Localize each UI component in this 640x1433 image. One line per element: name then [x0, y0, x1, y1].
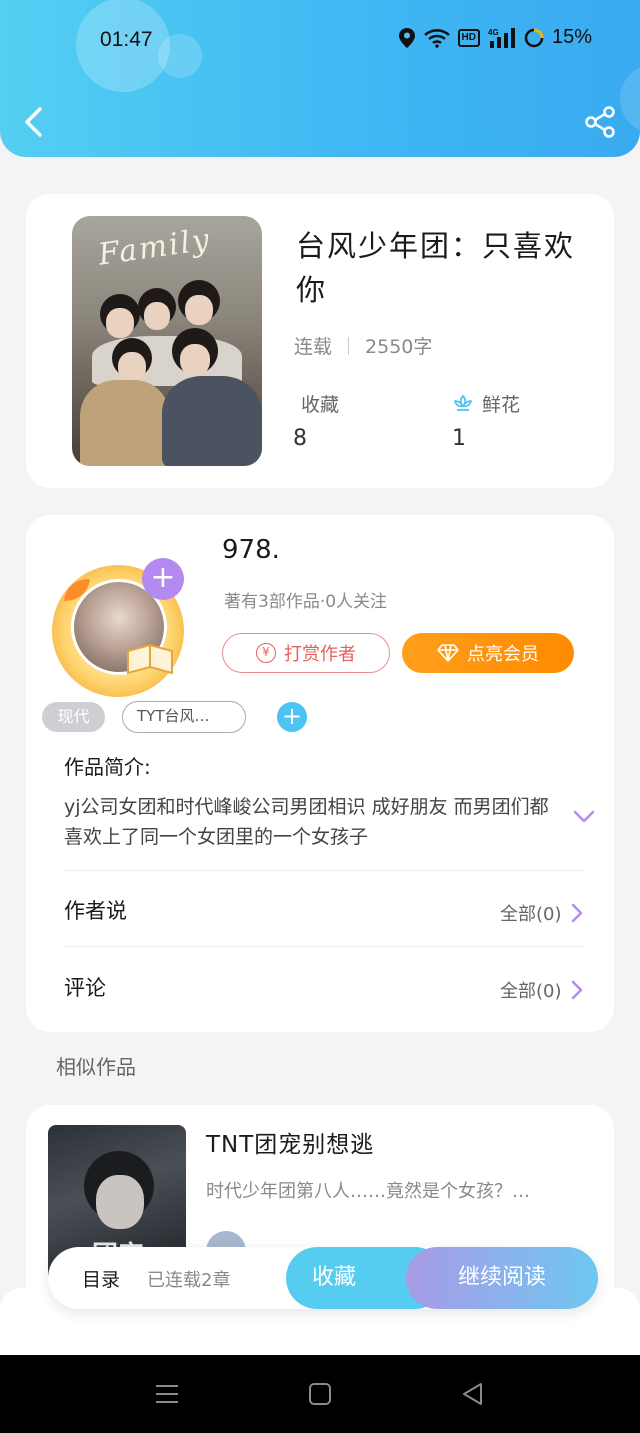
back-nav-button[interactable] [460, 1381, 486, 1407]
book-info-card: Family 台风少年团：只喜欢你 连载 2550字 收藏 8 鲜花 1 [26, 194, 614, 488]
cover-figure [96, 1175, 144, 1229]
add-tag-button[interactable]: + [277, 702, 307, 732]
book-word-count: 2550字 [365, 336, 433, 358]
expand-intro-button[interactable] [572, 807, 596, 827]
divider [64, 870, 586, 871]
status-time: 01:47 [100, 28, 153, 51]
diamond-icon [437, 644, 459, 662]
comments-more[interactable]: 全部(0) [500, 977, 584, 1003]
similar-work-title: TNT团宠别想逃 [206, 1132, 375, 1158]
comments-count: 全部(0) [500, 981, 562, 1002]
flower-count: 1 [452, 426, 466, 451]
cover-figure [80, 380, 170, 466]
book-cover[interactable]: Family [72, 216, 262, 466]
author-name[interactable]: 978. [222, 535, 280, 565]
vip-button[interactable]: 点亮会员 [402, 633, 574, 673]
home-square-icon [309, 1383, 331, 1405]
comments-label: 评论 [64, 976, 106, 1000]
book-status: 连载 [294, 336, 333, 358]
action-bar: 目录 已连载2章 收藏 继续阅读 [48, 1247, 598, 1309]
chevron-right-icon [571, 980, 582, 1000]
intro-label: 作品简介: [64, 755, 151, 779]
tip-author-label: 打赏作者 [284, 644, 356, 665]
hd-badge: HD [457, 28, 480, 47]
book-decoration-icon [127, 643, 173, 675]
collect-count: 8 [293, 426, 307, 451]
leaf-decoration-icon [64, 579, 90, 601]
flower-label: 鲜花 [482, 394, 521, 416]
status-icons: HD 4G 15% [398, 26, 592, 49]
meta-divider [348, 336, 350, 355]
location-icon [398, 27, 415, 48]
author-says-label: 作者说 [64, 899, 127, 923]
cover-figure [144, 302, 170, 330]
continue-reading-button[interactable]: 继续阅读 [406, 1247, 598, 1309]
chapter-count: 已连载2章 [147, 1270, 231, 1291]
flower-icon [454, 394, 472, 411]
header-bar: 01:47 HD 4G 15% [0, 0, 640, 157]
cover-figure [118, 352, 146, 382]
decorative-bubble [620, 64, 640, 134]
cover-title-text: Family [96, 222, 214, 273]
collect-label: 收藏 [301, 394, 340, 416]
book-meta: 连载 2550字 [294, 332, 432, 359]
system-nav-bar [0, 1355, 640, 1433]
author-says-more[interactable]: 全部(0) [500, 900, 584, 926]
home-nav-button[interactable] [307, 1381, 333, 1407]
book-title: 台风少年团：只喜欢你 [296, 229, 576, 307]
tip-author-button[interactable]: ¥ 打赏作者 [222, 633, 390, 673]
share-button[interactable] [582, 104, 618, 140]
signal-icon: 4G [488, 27, 515, 48]
battery-saver-icon [524, 28, 544, 47]
similar-section-title: 相似作品 [56, 1055, 136, 1079]
chevron-right-icon [571, 903, 582, 923]
cover-figure [106, 308, 134, 338]
similar-work-desc: 时代少年团第八人……竟然是个女孩？… [206, 1181, 530, 1202]
series-tag[interactable]: TYT台风… [122, 701, 246, 733]
yen-icon: ¥ [256, 643, 276, 663]
cover-figure [185, 295, 213, 325]
intro-text: yj公司女团和时代峰峻公司男团相识 成好朋友 而男团们都喜欢上了同一个女团里的一… [64, 796, 549, 848]
svg-text:4G: 4G [488, 28, 499, 37]
divider [64, 946, 586, 947]
author-card: + 978. 著有3部作品·0人关注 ¥ 打赏作者 点亮会员 现代 TYT台风…… [26, 515, 614, 1032]
vip-label: 点亮会员 [467, 644, 539, 665]
chevron-left-icon [25, 107, 42, 137]
chevron-down-icon [573, 810, 595, 823]
share-icon [585, 106, 615, 138]
battery-percent: 15% [551, 26, 592, 48]
cover-figure [162, 376, 262, 466]
author-info: 著有3部作品·0人关注 [224, 592, 388, 612]
back-button[interactable] [18, 104, 52, 140]
author-says-count: 全部(0) [500, 904, 562, 925]
wifi-icon [423, 28, 450, 48]
genre-tag[interactable]: 现代 [42, 702, 105, 732]
decorative-bubble [158, 34, 202, 78]
cover-figure [180, 344, 210, 376]
menu-icon [156, 1385, 178, 1403]
catalog-button[interactable]: 目录 [82, 1265, 120, 1292]
follow-author-button[interactable]: + [142, 558, 184, 600]
back-triangle-icon [463, 1383, 482, 1405]
flower-stat[interactable]: 鲜花 [452, 390, 520, 417]
menu-nav-button[interactable] [154, 1381, 180, 1407]
